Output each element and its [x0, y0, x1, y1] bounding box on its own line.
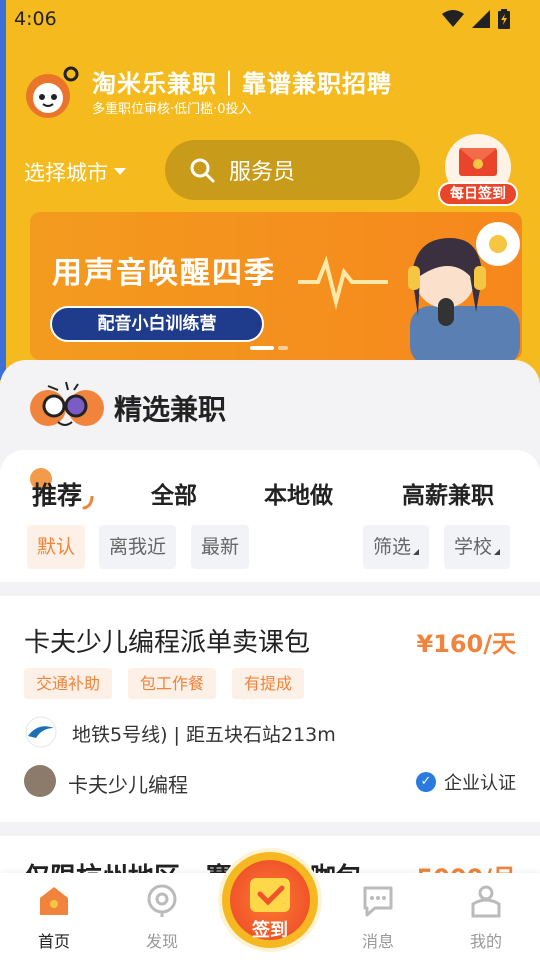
- sort-default-chip[interactable]: 默认: [27, 525, 86, 569]
- daily-signin-label: 每日签到: [438, 182, 518, 206]
- filter-dropdown[interactable]: 筛选: [363, 525, 430, 569]
- sort-latest-chip[interactable]: 最新: [191, 525, 250, 569]
- battery-icon: [498, 9, 510, 29]
- center-signin-label: 签到: [252, 920, 288, 941]
- metro-icon: [25, 716, 57, 748]
- school-dropdown[interactable]: 学校: [444, 525, 511, 569]
- discover-icon: [147, 884, 177, 917]
- city-selector[interactable]: 选择城市: [24, 157, 126, 187]
- featured-section-title: 精选兼职: [114, 393, 227, 426]
- nav-home-label: 首页: [37, 932, 70, 951]
- center-signin-button[interactable]: 签到: [222, 852, 318, 948]
- active-tab-underline: [82, 496, 94, 510]
- search-bar[interactable]: 服务员: [165, 140, 420, 200]
- tab-all[interactable]: 全部: [151, 476, 197, 510]
- nav-home[interactable]: 首页: [14, 884, 94, 952]
- app-logo-icon: [26, 66, 79, 118]
- nav-discover-label: 发现: [145, 932, 178, 951]
- message-icon: [363, 886, 393, 917]
- app-title: 淘米乐兼职｜靠谱兼职招聘: [92, 70, 392, 98]
- job-tag: 交通补助: [24, 668, 113, 699]
- daily-signin-button[interactable]: 每日签到: [438, 134, 518, 210]
- soundwave-icon: [298, 255, 388, 310]
- caret-down-icon: [114, 168, 126, 175]
- tab-recommended[interactable]: 推荐: [32, 476, 82, 512]
- search-placeholder: 服务员: [229, 160, 296, 185]
- app-subtitle: 多重职位审核·低门槛·0投入: [92, 102, 252, 117]
- status-icons: [442, 9, 510, 29]
- promo-banner[interactable]: 用声音唤醒四季 配音小白训练营: [30, 212, 522, 360]
- corner-triangle-icon: [494, 549, 501, 555]
- nav-profile[interactable]: 我的: [446, 884, 526, 952]
- tab-high-pay[interactable]: 高薪兼职: [402, 476, 494, 510]
- glasses-mascot-icon: [30, 381, 104, 426]
- tab-local[interactable]: 本地做: [264, 476, 333, 510]
- job-tag: 有提成: [232, 668, 305, 699]
- status-time: 4:06: [14, 8, 57, 30]
- filter-dropdown-label: 筛选: [373, 536, 412, 558]
- banner-cta-button[interactable]: 配音小白训练营: [50, 306, 264, 342]
- nav-messages-label: 消息: [361, 932, 394, 951]
- signal-icon: [472, 10, 490, 28]
- job-location: 地铁5号线) | 距五块石站213m: [72, 724, 336, 746]
- banner-title: 用声音唤醒四季: [52, 256, 276, 291]
- check-circle-icon: ✓: [416, 772, 436, 792]
- job-title: 卡夫少儿编程派单卖课包: [24, 628, 311, 658]
- job-tag: 包工作餐: [128, 668, 217, 699]
- city-selector-label: 选择城市: [24, 161, 108, 185]
- sort-nearby-chip[interactable]: 离我近: [99, 525, 177, 569]
- school-dropdown-label: 学校: [454, 536, 493, 558]
- home-icon: [40, 887, 68, 915]
- nav-discover[interactable]: 发现: [122, 884, 202, 952]
- company-avatar: [24, 765, 56, 797]
- company-verified-badge: ✓ 企业认证: [416, 769, 516, 795]
- banner-pagination: [250, 346, 288, 350]
- nav-messages[interactable]: 消息: [338, 884, 418, 952]
- company-name: 卡夫少儿编程: [68, 773, 188, 797]
- nav-profile-label: 我的: [469, 932, 502, 951]
- status-bar: 4:06: [0, 0, 540, 40]
- podcaster-illustration: [408, 222, 520, 360]
- wifi-icon: [442, 10, 464, 27]
- edge-stripe: [0, 0, 6, 380]
- corner-triangle-icon: [413, 549, 420, 555]
- job-salary: ¥160/天: [416, 630, 516, 658]
- search-icon: [190, 158, 215, 183]
- verified-label: 企业认证: [444, 773, 516, 794]
- profile-icon: [471, 885, 501, 918]
